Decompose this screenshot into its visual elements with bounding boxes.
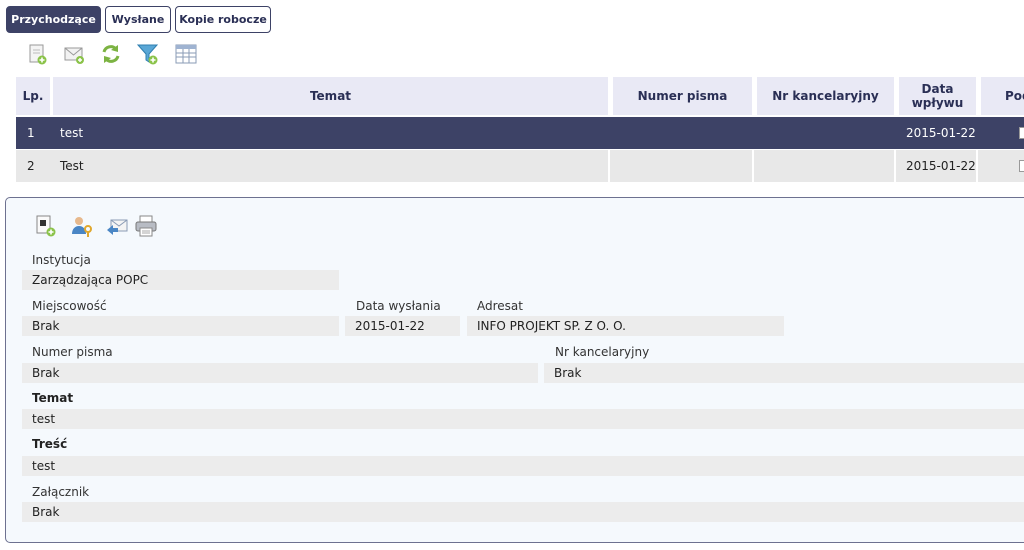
column-header-numer-pisma[interactable]: Numer pisma — [613, 77, 752, 115]
column-header-nr-kancelaryjny[interactable]: Nr kancelaryjny — [757, 77, 894, 115]
column-separator — [976, 150, 978, 182]
table-columns-icon[interactable] — [174, 42, 198, 66]
row-checkbox[interactable] — [1019, 127, 1024, 139]
label-zalacznik: Załącznik — [32, 485, 90, 499]
value-nr-kancelaryjny: Brak — [544, 363, 1024, 383]
label-numer-pisma: Numer pisma — [32, 345, 113, 359]
table-row[interactable]: 1 test 2015-01-22 — [16, 117, 1024, 149]
table-row[interactable]: 2 Test 2015-01-22 — [16, 150, 1024, 182]
value-data-wyslania: 2015-01-22 — [345, 316, 460, 336]
printer-icon[interactable] — [134, 214, 158, 238]
column-separator — [608, 150, 610, 182]
column-header-lp[interactable]: Lp. — [16, 77, 50, 115]
value-miejscowosc: Brak — [22, 316, 339, 336]
tab-wyslane[interactable]: Wysłane — [105, 6, 171, 33]
value-numer-pisma: Brak — [22, 363, 538, 383]
cell-lp: 2 — [27, 159, 35, 173]
label-miejscowosc: Miejscowość — [32, 299, 107, 313]
cell-lp: 1 — [27, 126, 35, 140]
label-temat: Temat — [32, 391, 74, 405]
cell-data-wplywu: 2015-01-22 — [906, 159, 976, 173]
attach-add-icon[interactable] — [34, 214, 58, 238]
value-adresat: INFO PROJEKT SP. Z O. O. — [467, 316, 784, 336]
filter-add-icon[interactable] — [136, 42, 160, 66]
label-tresc: Treść — [32, 437, 68, 451]
column-header-pod[interactable]: Pod — [981, 77, 1024, 115]
column-header-data-wplywu[interactable]: Data wpływu — [899, 77, 976, 115]
tab-kopie-robocze[interactable]: Kopie robocze — [175, 6, 271, 33]
value-temat: test — [22, 409, 1024, 429]
label-instytucja: Instytucja — [32, 253, 91, 267]
column-separator — [894, 150, 896, 182]
row-checkbox[interactable] — [1019, 160, 1024, 172]
cell-temat: test — [60, 126, 84, 140]
reply-mail-icon[interactable] — [105, 214, 129, 238]
new-document-icon[interactable] — [26, 42, 50, 66]
value-zalacznik: Brak — [22, 502, 1024, 522]
user-key-icon[interactable] — [70, 214, 94, 238]
tab-przychodzace[interactable]: Przychodzące — [6, 6, 101, 33]
mail-icon[interactable] — [62, 42, 86, 66]
value-instytucja: Zarządzająca POPC — [22, 270, 339, 290]
label-data-wyslania: Data wysłania — [356, 299, 441, 313]
cell-temat: Test — [60, 159, 84, 173]
value-tresc: test — [22, 456, 1024, 476]
label-adresat: Adresat — [477, 299, 523, 313]
refresh-icon[interactable] — [99, 42, 123, 66]
cell-data-wplywu: 2015-01-22 — [906, 126, 976, 140]
label-nr-kancelaryjny: Nr kancelaryjny — [555, 345, 650, 359]
column-separator — [752, 150, 754, 182]
column-header-temat[interactable]: Temat — [53, 77, 608, 115]
